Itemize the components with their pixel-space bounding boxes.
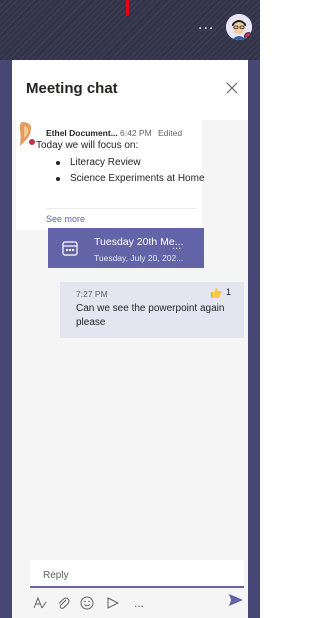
- left-rail: [0, 60, 12, 618]
- panel-header: Meeting chat: [12, 60, 248, 120]
- message-text: Today we will focus on:: [36, 140, 139, 151]
- more-options-button[interactable]: ...: [198, 16, 214, 34]
- busy-status-icon: [28, 138, 36, 146]
- reply-time: 7:27 PM: [76, 289, 108, 299]
- right-rail: [248, 60, 260, 618]
- reply-placeholder: Reply: [43, 570, 69, 581]
- red-marker: [126, 0, 129, 16]
- message-time: 6:42 PM: [120, 128, 152, 138]
- user-avatar[interactable]: [226, 14, 252, 40]
- attach-icon[interactable]: [56, 596, 70, 610]
- format-icon[interactable]: [33, 596, 47, 610]
- message-bullet-list: Literacy Review Science Experiments at H…: [56, 155, 210, 187]
- meeting-date: Tuesday, July 20, 202...: [94, 253, 184, 263]
- calendar-icon: [62, 240, 78, 256]
- bullet-icon: [56, 177, 60, 181]
- thumbs-up-icon[interactable]: [210, 286, 222, 298]
- emoji-icon[interactable]: [80, 596, 94, 610]
- send-button[interactable]: [228, 592, 244, 608]
- top-bar: ...: [0, 0, 260, 60]
- divider: [46, 208, 196, 209]
- bullet-icon: [56, 161, 60, 165]
- sticker-icon[interactable]: [106, 596, 120, 610]
- reaction-count: 1: [226, 287, 232, 297]
- close-button[interactable]: [226, 78, 238, 99]
- close-icon: [226, 82, 238, 94]
- reply-text: Can we see the powerpoint again please: [76, 303, 225, 328]
- meeting-title: Tuesday 20th Me...: [94, 236, 184, 248]
- list-item: Literacy Review: [56, 155, 210, 171]
- send-icon: [229, 594, 243, 606]
- see-more-link[interactable]: See more: [46, 214, 85, 224]
- app-window: ... Meeting chat Ethel Document... 6:42 …: [0, 0, 260, 618]
- more-compose-options-button[interactable]: ...: [134, 596, 144, 610]
- meeting-more-button[interactable]: ...: [172, 240, 181, 252]
- message-author: Ethel Document...: [46, 128, 118, 138]
- sender-avatar[interactable]: [18, 122, 36, 146]
- busy-status-icon: [244, 32, 252, 40]
- list-item: Science Experiments at Home: [56, 171, 210, 187]
- edited-label: Edited: [158, 128, 183, 138]
- page-title: Meeting chat: [26, 80, 118, 97]
